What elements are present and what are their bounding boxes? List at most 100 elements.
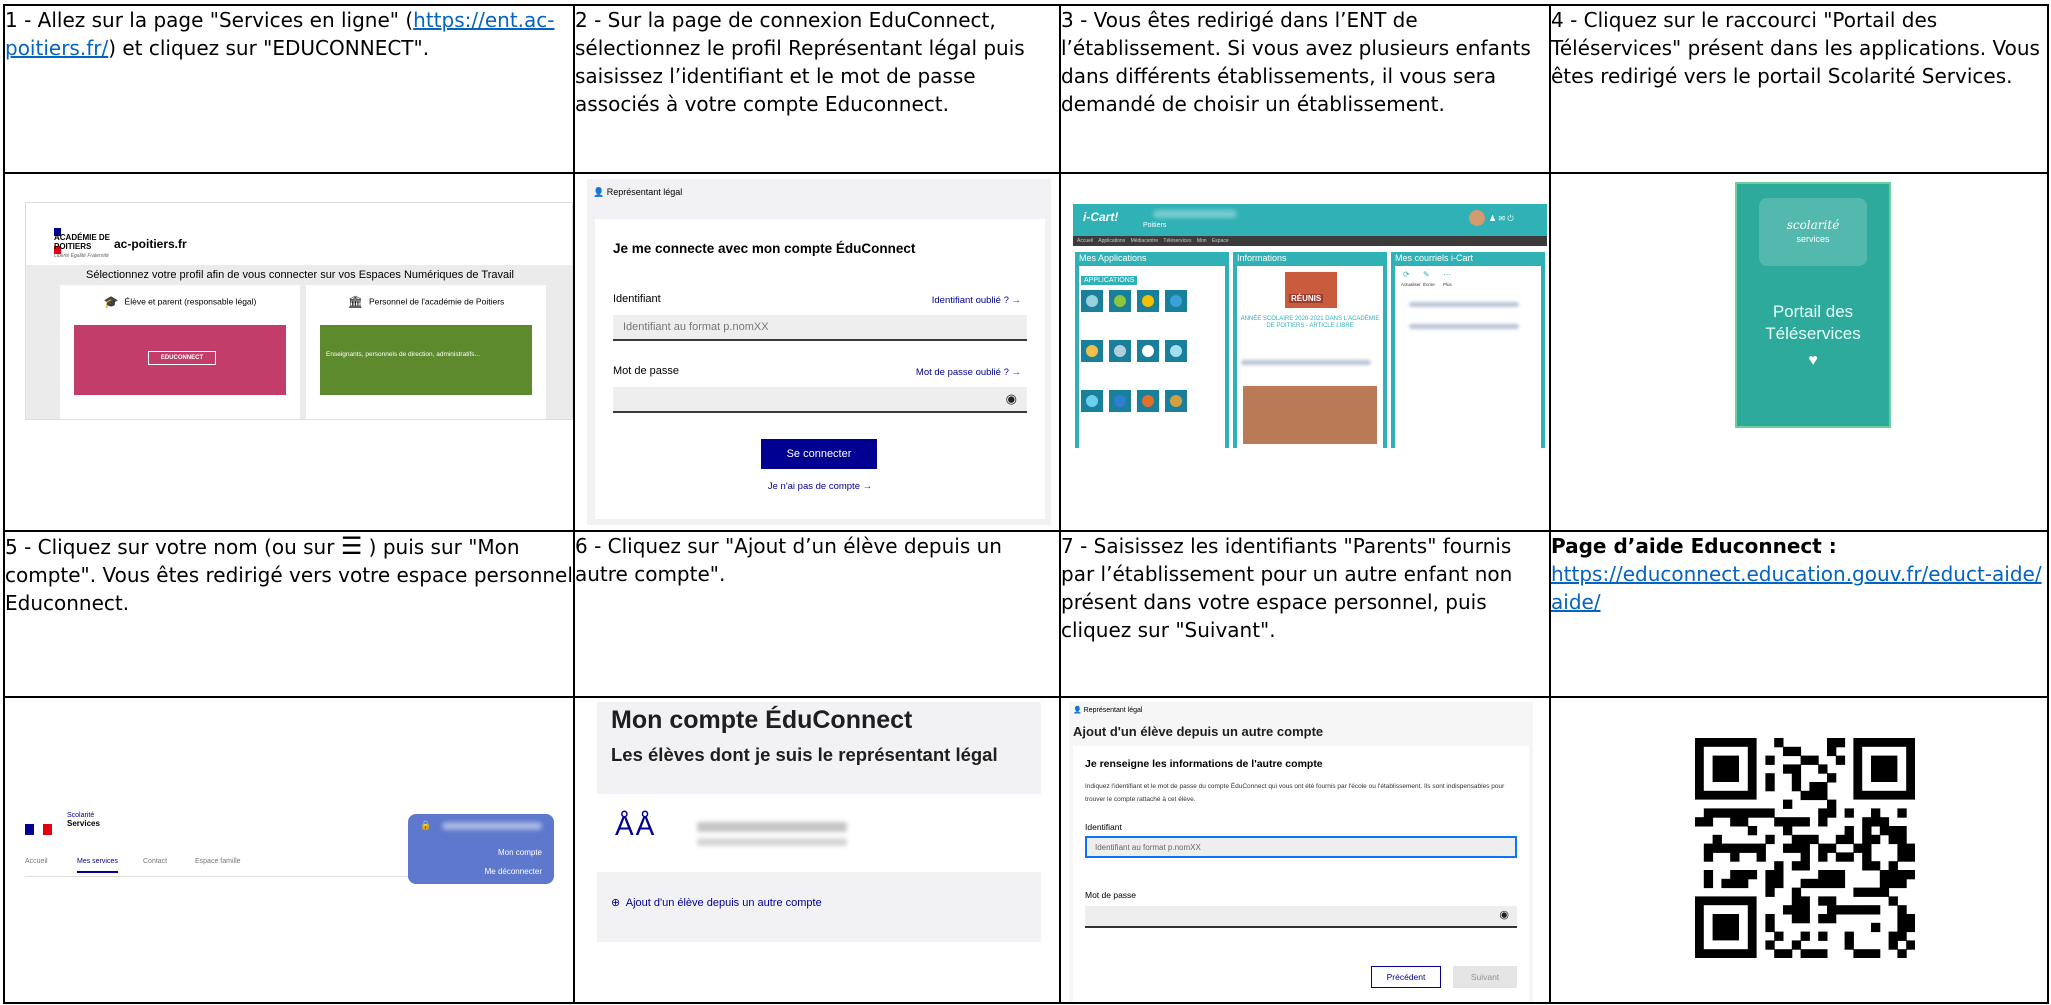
app-tile[interactable]	[1109, 340, 1131, 362]
app-tile[interactable]	[1165, 340, 1187, 362]
account-menu[interactable]: 🔒 Mon compte Me déconnecter	[408, 814, 554, 884]
id-forgot-link[interactable]: Identifiant oublié ? →	[932, 295, 1021, 306]
qr-module	[1879, 887, 1890, 897]
avatar-icon[interactable]	[1469, 210, 1485, 226]
qr-module	[1906, 914, 1915, 924]
brand-top: Scolarité	[67, 812, 95, 819]
blurred-user-name[interactable]	[442, 822, 542, 830]
add-student-link[interactable]: ⊕ Ajout d'un élève depuis un autre compt…	[611, 896, 822, 909]
mail-action-write[interactable]: Écrire	[1423, 282, 1435, 287]
qr-module	[1871, 861, 1881, 871]
qr-module	[1783, 843, 1793, 853]
icart-menu[interactable]: Accueil Applications Médiacentre Téléser…	[1073, 236, 1547, 246]
mon-compte-link[interactable]: Mon compte	[498, 848, 542, 857]
edit-icon[interactable]: ✎	[1423, 270, 1430, 279]
nav-mes-services[interactable]: Mes services	[77, 858, 118, 873]
previous-button[interactable]: Précédent	[1371, 966, 1441, 988]
qr-module	[1703, 843, 1714, 853]
nav-espace-famille[interactable]: Espace famille	[195, 858, 241, 865]
qr-module	[1879, 826, 1890, 836]
qr-module	[1712, 808, 1722, 818]
id-input[interactable]: Identifiant au format p.nomXX	[1085, 836, 1517, 858]
brand-bottom: Services	[67, 819, 100, 828]
add-student-panel: Je renseigne les informations de l'autre…	[1073, 746, 1529, 1001]
mail-action-more[interactable]: Plus	[1443, 282, 1452, 287]
logout-link[interactable]: Me déconnecter	[485, 867, 542, 876]
step-1-text-before: 1 - Allez sur la page "Services en ligne…	[5, 8, 414, 32]
app-tile[interactable]	[1081, 290, 1103, 312]
qr-module	[1809, 755, 1819, 765]
qr-module	[1774, 861, 1784, 871]
qr-module	[1888, 861, 1898, 871]
qr-module	[1827, 905, 1837, 915]
qr-module	[1871, 834, 1881, 845]
id-input[interactable]: Identifiant au format p.nomXX	[613, 315, 1027, 341]
qr-module	[1818, 870, 1828, 880]
app-tile[interactable]	[1165, 290, 1187, 312]
password-forgot-link[interactable]: Mot de passe oublié ? →	[916, 367, 1021, 378]
qr-module	[1756, 808, 1766, 818]
educonnect-box[interactable]: EDUCONNECT	[74, 325, 286, 395]
qr-module	[1800, 878, 1810, 889]
blurred-mail	[1409, 324, 1519, 329]
app-tile[interactable]	[1137, 340, 1159, 362]
qr-module	[1818, 843, 1828, 853]
step-3-text: 3 - Vous êtes redirigé dans l’ENT de l’é…	[1059, 4, 1551, 174]
no-account-link[interactable]: Je n'ai pas de compte →	[595, 481, 1045, 492]
step-2-text: 2 - Sur la page de connexion EduConnect,…	[573, 4, 1061, 174]
nav-accueil[interactable]: Accueil	[25, 858, 48, 865]
next-button[interactable]: Suivant	[1453, 966, 1517, 988]
app-tile[interactable]	[1109, 290, 1131, 312]
qr-module	[1862, 852, 1872, 862]
mail-action-refresh[interactable]: Actualiser	[1401, 282, 1421, 287]
topbar-icons[interactable]: ♟ ✉ ⏻	[1489, 214, 1514, 224]
password-input[interactable]: ◉	[1085, 906, 1517, 928]
app-tile[interactable]	[1137, 290, 1159, 312]
login-button[interactable]: Se connecter	[761, 439, 877, 469]
qr-module	[1888, 878, 1898, 889]
app-tile[interactable]	[1165, 390, 1187, 412]
qr-module	[1703, 878, 1714, 889]
profile-card-parent[interactable]: 🎓 Élève et parent (responsable légal) EDU…	[60, 285, 300, 419]
qr-module	[1791, 817, 1802, 827]
more-icon[interactable]: ⋯	[1443, 270, 1451, 279]
ent-login-screenshot: ACADÉMIE DE POITIERS Liberté Égalité Fra…	[25, 202, 572, 420]
educonnect-button[interactable]: EDUCONNECT	[148, 351, 216, 365]
qr-module	[1765, 870, 1775, 880]
app-tile[interactable]	[1137, 390, 1159, 412]
qr-module	[1906, 922, 1915, 933]
portail-label-line2: Téléservices	[1765, 324, 1861, 343]
step-7-screenshot-cell: 👤 Représentant légal Ajout d'un élève de…	[1059, 696, 1551, 1004]
mail-column: Mes courriels i-Cart ⟳ ✎ ⋯ Actualiser Éc…	[1391, 252, 1545, 448]
staff-box[interactable]: Enseignants, personnels de direction, ad…	[320, 325, 532, 395]
qr-module	[1818, 782, 1828, 792]
app-tile[interactable]	[1081, 390, 1103, 412]
help-link[interactable]: https://educonnect.education.gouv.fr/edu…	[1552, 562, 2042, 614]
info-article-title[interactable]: ANNÉE SCOLAIRE 2020-2021 DANS L'ACADÉMIE…	[1239, 316, 1381, 330]
qr-module	[1835, 834, 1846, 845]
nav-contact[interactable]: Contact	[143, 858, 167, 865]
person-icon: 👤	[1073, 707, 1082, 714]
password-input[interactable]: ◉	[613, 387, 1027, 413]
teleservices-shortcut[interactable]: scolarité services Portail des Téléservi…	[1735, 182, 1891, 428]
app-tile[interactable]	[1109, 390, 1131, 412]
qr-module	[1888, 870, 1898, 880]
qr-module	[1844, 826, 1854, 836]
qr-module	[1791, 746, 1802, 757]
qr-module	[1871, 887, 1881, 897]
profile-card-staff[interactable]: 🏛 Personnel de l'académie de Poitiers Ens…	[306, 285, 546, 419]
refresh-icon[interactable]: ⟳	[1403, 270, 1410, 279]
qr-module	[1897, 878, 1907, 889]
app-tile[interactable]	[1081, 340, 1103, 362]
eye-icon[interactable]: ◉	[1499, 908, 1509, 921]
step-6-text: 6 - Cliquez sur "Ajout d’un élève depuis…	[573, 530, 1061, 698]
qr-module	[1730, 843, 1740, 853]
instruction-grid: 1 - Allez sur la page "Services en ligne…	[3, 4, 2049, 1004]
eye-icon[interactable]: ◉	[1006, 391, 1017, 407]
icart-logo: i-Cart!	[1083, 210, 1119, 224]
qr-module	[1765, 878, 1775, 889]
qr-module	[1827, 799, 1837, 809]
qr-module	[1862, 905, 1872, 915]
id-label: Identifiant	[613, 293, 661, 305]
qr-module	[1888, 834, 1898, 845]
